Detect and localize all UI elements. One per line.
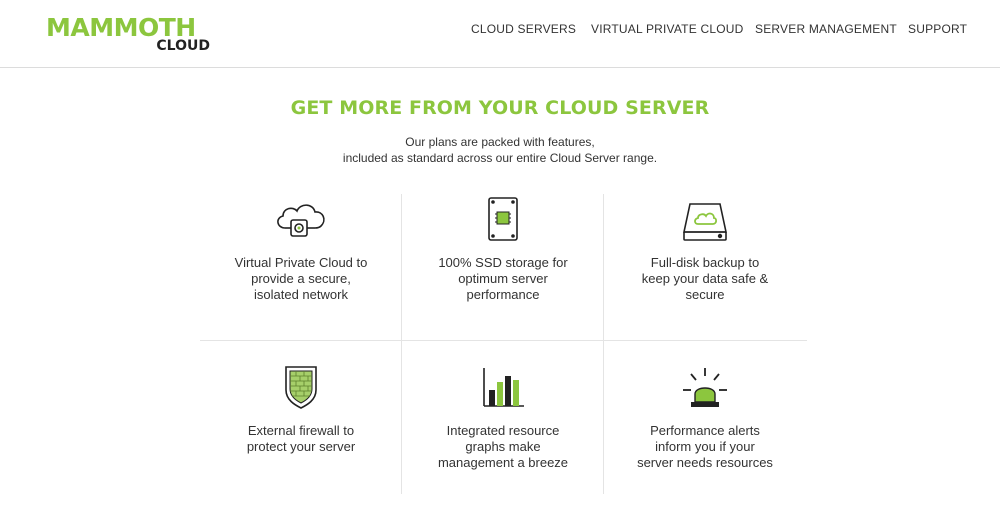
nav-cloud-servers[interactable]: CLOUD SERVERS bbox=[471, 22, 576, 36]
backup-drive-icon bbox=[673, 194, 737, 242]
nav-support[interactable]: SUPPORT bbox=[908, 22, 967, 36]
feature-external-firewall: External firewall to protect your server bbox=[200, 362, 402, 510]
nav-server-management[interactable]: SERVER MANAGEMENT bbox=[755, 22, 897, 36]
section-title: GET MORE FROM YOUR CLOUD SERVER bbox=[290, 97, 710, 119]
alert-beacon-icon bbox=[673, 362, 737, 410]
feature-line: External firewall to bbox=[247, 423, 355, 438]
feature-line: protect your server bbox=[246, 439, 356, 454]
feature-resource-graphs: Integrated resource graphs make manageme… bbox=[402, 362, 604, 510]
feature-description: Full-disk backup to keep your data safe … bbox=[604, 255, 806, 303]
feature-description: Virtual Private Cloud to provide a secur… bbox=[200, 255, 402, 303]
feature-performance-alerts: Performance alerts inform you if your se… bbox=[604, 362, 806, 510]
feature-line: graphs make bbox=[465, 439, 541, 454]
feature-line: secure bbox=[685, 287, 725, 302]
feature-line: Virtual Private Cloud to bbox=[234, 255, 368, 270]
feature-description: Performance alerts inform you if your se… bbox=[604, 423, 806, 471]
feature-line: Integrated resource bbox=[446, 423, 560, 438]
feature-line: server needs resources bbox=[637, 455, 773, 470]
main-nav: CLOUD SERVERS VIRTUAL PRIVATE CLOUD SERV… bbox=[0, 22, 1000, 38]
feature-ssd-storage: 100% SSD storage for optimum server perf… bbox=[402, 194, 604, 342]
feature-description: 100% SSD storage for optimum server perf… bbox=[402, 255, 604, 303]
cloud-network-icon bbox=[269, 194, 333, 242]
feature-line: 100% SSD storage for bbox=[438, 255, 568, 270]
feature-line: Performance alerts bbox=[650, 423, 760, 438]
subtitle-line: Our plans are packed with features, bbox=[405, 135, 595, 149]
feature-full-disk-backup: Full-disk backup to keep your data safe … bbox=[604, 194, 806, 342]
feature-line: isolated network bbox=[254, 287, 348, 302]
feature-description: Integrated resource graphs make manageme… bbox=[402, 423, 604, 471]
firewall-shield-icon bbox=[269, 362, 333, 410]
feature-line: management a breeze bbox=[437, 455, 569, 470]
feature-line: provide a secure, bbox=[251, 271, 351, 286]
feature-line: Full-disk backup to bbox=[650, 255, 760, 270]
feature-line: optimum server bbox=[458, 271, 548, 286]
site-header: MAMMOTH CLOUD CLOUD SERVERS VIRTUAL PRIV… bbox=[0, 0, 1000, 68]
feature-virtual-private-cloud: Virtual Private Cloud to provide a secur… bbox=[200, 194, 402, 342]
bar-graph-icon bbox=[471, 362, 535, 410]
feature-line: inform you if your bbox=[655, 439, 755, 454]
feature-description: External firewall to protect your server bbox=[200, 423, 402, 455]
logo-subtext: CLOUD bbox=[156, 38, 210, 54]
feature-line: keep your data safe & bbox=[641, 271, 769, 286]
subtitle-line: included as standard across our entire C… bbox=[342, 151, 658, 165]
ssd-drive-icon bbox=[471, 194, 535, 242]
nav-virtual-private-cloud[interactable]: VIRTUAL PRIVATE CLOUD bbox=[591, 22, 743, 36]
section-subtitle: Our plans are packed with features, incl… bbox=[0, 134, 1000, 166]
features-grid: Virtual Private Cloud to provide a secur… bbox=[200, 194, 807, 494]
feature-line: performance bbox=[466, 287, 540, 302]
